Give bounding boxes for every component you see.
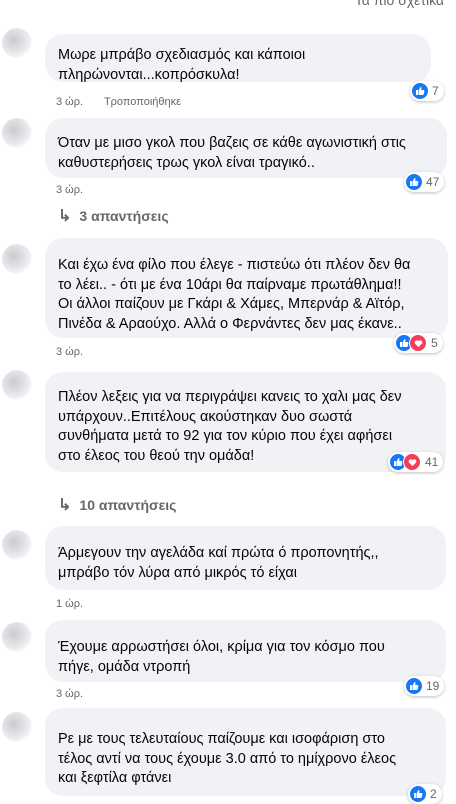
reaction-summary[interactable]: 2 [408,784,442,804]
like-reaction-icon [412,83,428,99]
comment-bubble: Ρε με τους τελευταίους παίζουμε και ισοφ… [45,708,446,796]
avatar[interactable] [2,118,32,148]
like-reaction-icon [406,174,422,190]
love-reaction-icon [403,453,421,471]
avatar[interactable] [2,712,32,742]
comment-meta: 3 ώρ. [56,346,101,358]
edited-label[interactable]: Τροποποιήθηκε [104,96,181,108]
sort-link[interactable]: Τα πιο σχετικά [355,0,444,8]
comment-text-line: πληρώνονται...κοπρόσκυλα! [58,66,240,83]
comment-text-line: Μωρε μπράβο σχεδιασμός και κάποιοι [58,47,306,63]
timestamp[interactable]: 3 ώρ. [56,688,83,700]
reaction-count: 5 [431,336,438,350]
reply-arrow-icon: ↳ [58,208,72,225]
comment-meta: 3 ώρ. [56,184,101,196]
comment-bubble: Μωρε μπράβο σχεδιασμός και κάποιοι πληρώ… [45,34,431,83]
avatar[interactable] [2,28,32,58]
timestamp[interactable]: 1 ώρ. [56,598,83,610]
reaction-summary[interactable]: 19 [404,676,445,696]
comment-text-line: μπράβο τόν λύρα από μικρός τό είχαι [58,564,297,581]
reaction-summary[interactable]: 7 [410,81,444,101]
comment-bubble: Πλέον λεξεις για να περιγράψει κανεις το… [45,372,446,472]
replies-count: 10 απαντήσεις [79,497,177,513]
comment-text-line: Όταν με μισο γκολ που βαζεις σε κάθε αγω… [58,135,406,151]
comment-text-line: Πλέον λεξεις για να περιγράψει κανεις το… [58,389,402,405]
comment-bubble: Και έχω ένα φίλο που έλεγε - πιστεύω ότι… [45,238,448,338]
timestamp[interactable]: 3 ώρ. [56,96,83,108]
comment-meta: 3 ώρ. Τροποποιήθηκε [56,96,199,108]
comment-text-line: Οι άλλοι παίζουν με Γκάρι & Χάμες, Μπερν… [58,296,405,312]
comment-bubble: Έχουμε αρρωστήσει όλοι, κρίμα για τον κό… [45,620,446,682]
avatar[interactable] [2,530,32,560]
comment-text-line: συνθήματα μετά το 92 για τον κύριο που έ… [58,428,393,444]
comment-text-line: Και έχω ένα φίλο που έλεγε - πιστεύω ότι… [58,257,411,273]
comment-text-line: υπάρχουν..Επιτέλους ακούστηκαν δυο σωστά [58,408,353,425]
comment-text-line: Πινέδα & Αραούχο. Αλλά ο Φερνάντες δεν μ… [58,315,402,332]
love-reaction-icon [409,334,427,352]
comment-text-line: Ρε με τους τελευταίους παίζουμε και ισοφ… [58,731,385,747]
timestamp[interactable]: 3 ώρ. [56,184,83,196]
comment-text-line: στο έλεος του θεού την ομάδα! [58,447,255,464]
comment-text-line: και ξεφτίλα φτάνει [58,770,172,786]
comment-meta: 3 ώρ. [56,688,101,700]
avatar[interactable] [2,622,32,652]
comment-text-line: καθυστερήσεις τρως γκολ είναι τραγικό.. [58,154,315,171]
timestamp[interactable]: 3 ώρ. [56,346,83,358]
reaction-summary[interactable]: 5 [394,333,443,353]
avatar[interactable] [2,244,32,274]
comment-bubble: Άρμεγουν την αγελάδα καί πρώτα ό προπονη… [45,526,446,590]
like-reaction-icon [410,786,426,802]
comment-text-line: Άρμεγουν την αγελάδα καί πρώτα ό προπονη… [58,545,379,561]
comment-text-line: Έχουμε αρρωστήσει όλοι, κρίμα για τον κό… [58,639,385,655]
avatar[interactable] [2,370,32,400]
replies-count: 3 απαντήσεις [79,208,169,224]
reaction-count: 47 [426,175,440,189]
reaction-count: 7 [432,84,439,98]
comment-text-line: πήγε, ομάδα ντροπή [58,658,191,675]
view-replies-link[interactable]: ↳ 3 απαντήσεις [58,206,169,226]
reaction-summary[interactable]: 47 [404,172,445,192]
reaction-count: 41 [425,455,439,469]
comment-text-line: τέλος αντί να τους έχουμε 3.0 από το ημί… [58,750,397,767]
reply-arrow-icon: ↳ [58,497,72,514]
reaction-summary[interactable]: 41 [388,452,444,472]
comment-text-line: το λέει.. - ότι με ένα 10άρι θα παίρναμε… [58,276,402,293]
view-replies-link[interactable]: ↳ 10 απαντήσεις [58,495,176,515]
reaction-count: 19 [426,679,440,693]
like-reaction-icon [406,678,422,694]
comment-bubble: Όταν με μισο γκολ που βαζεις σε κάθε αγω… [45,118,447,178]
comment-meta: 1 ώρ. [56,598,101,610]
reaction-count: 2 [430,787,437,801]
